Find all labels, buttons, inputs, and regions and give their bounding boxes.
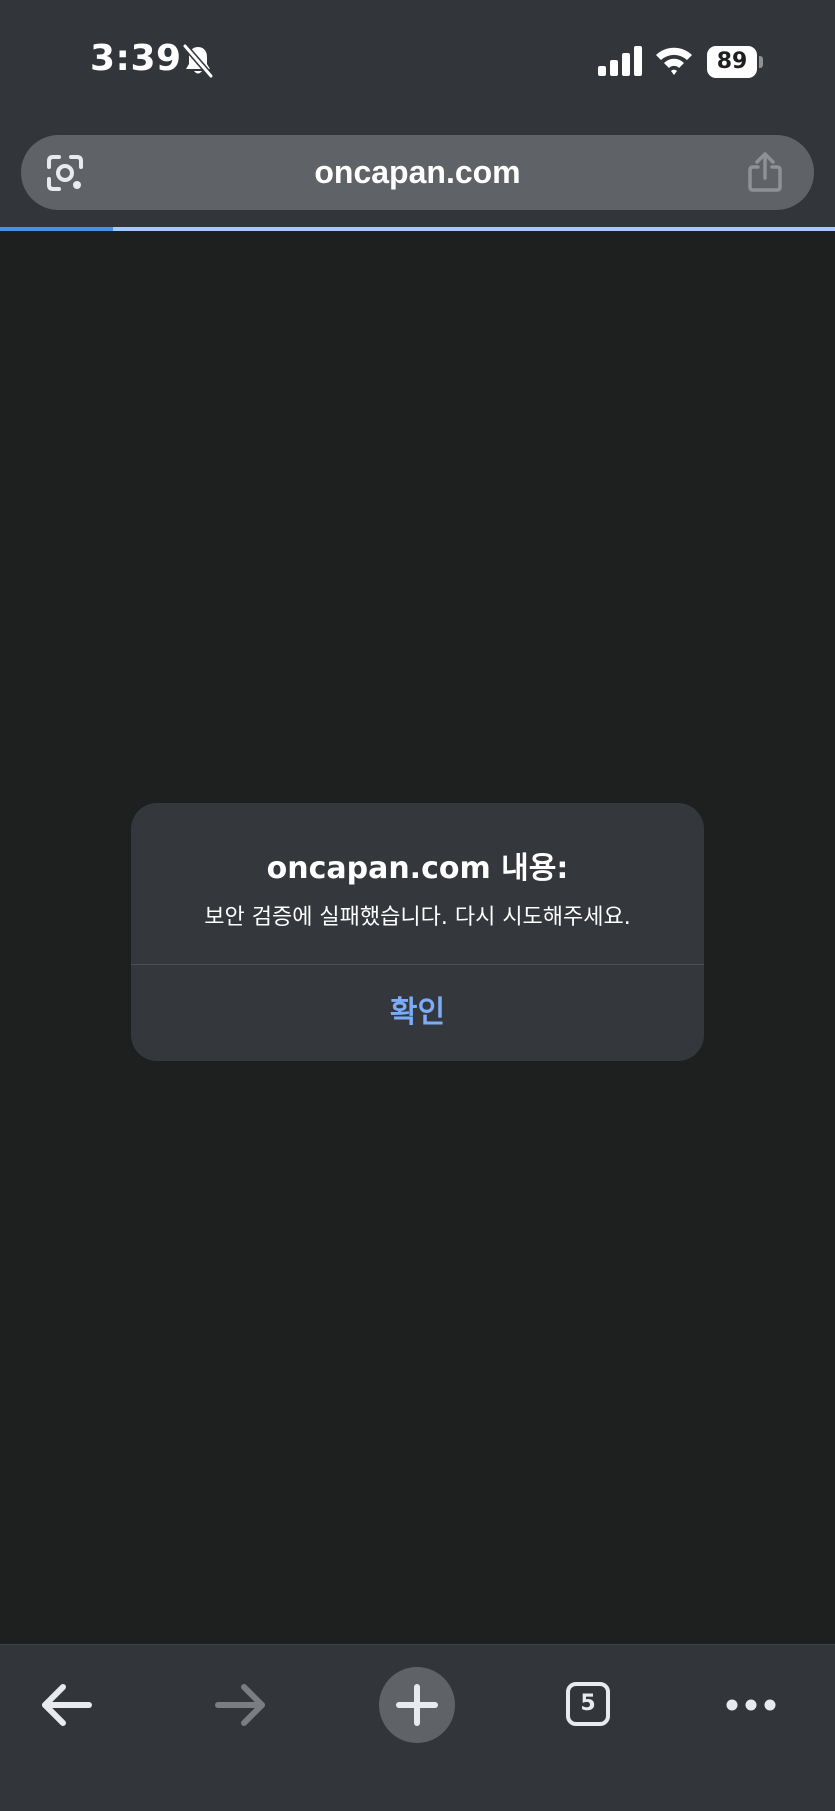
tab-count: 5 bbox=[580, 1691, 596, 1716]
dialog-message: 보안 검증에 실패했습니다. 다시 시도해주세요. bbox=[204, 905, 631, 930]
back-arrow-icon bbox=[42, 1684, 92, 1726]
top-chrome: 3:39 89 oncapan.com bbox=[0, 0, 835, 228]
new-tab-button[interactable] bbox=[379, 1667, 455, 1743]
forward-button[interactable] bbox=[192, 1657, 292, 1757]
bottom-toolbar: 5 bbox=[0, 1644, 835, 1811]
url-text[interactable]: oncapan.com bbox=[21, 135, 814, 210]
confirm-button[interactable]: 확인 bbox=[131, 965, 704, 1061]
page-load-progress bbox=[0, 227, 835, 231]
alert-dialog: oncapan.com 내용: 보안 검증에 실패했습니다. 다시 시도해주세요… bbox=[131, 803, 704, 1061]
tab-switcher-icon: 5 bbox=[566, 1682, 610, 1726]
page-load-progress-fill bbox=[0, 227, 113, 231]
status-time: 3:39 bbox=[90, 38, 182, 79]
dialog-title: oncapan.com 내용: bbox=[266, 851, 569, 886]
address-bar[interactable]: oncapan.com bbox=[21, 135, 814, 210]
back-button[interactable] bbox=[17, 1657, 117, 1757]
bell-slash-icon bbox=[182, 44, 214, 78]
wifi-icon bbox=[656, 47, 692, 75]
battery-level: 89 bbox=[716, 49, 748, 74]
battery-icon: 89 bbox=[707, 46, 763, 78]
browser-screen: 3:39 89 oncapan.com oncapan.com 내용: 보안 검… bbox=[0, 0, 835, 1811]
more-dots-icon bbox=[726, 1699, 776, 1711]
forward-arrow-icon bbox=[215, 1684, 265, 1726]
tab-switcher-button[interactable]: 5 bbox=[541, 1657, 641, 1757]
share-icon[interactable] bbox=[745, 151, 785, 193]
cellular-signal-icon bbox=[598, 46, 642, 76]
more-menu-button[interactable] bbox=[702, 1657, 802, 1757]
plus-icon bbox=[396, 1684, 438, 1726]
